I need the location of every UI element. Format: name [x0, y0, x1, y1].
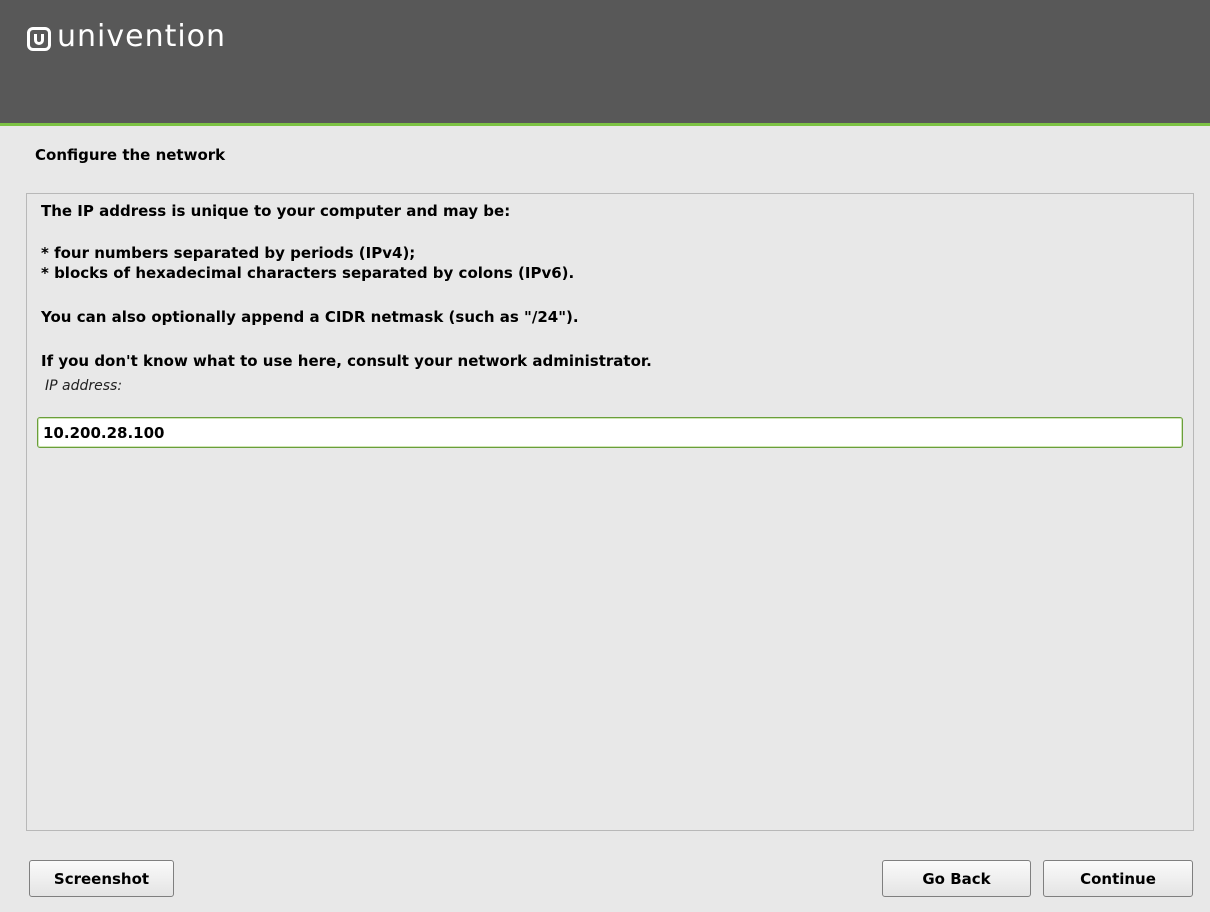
- admin-note: If you don't know what to use here, cons…: [41, 352, 652, 370]
- cidr-note: You can also optionally append a CIDR ne…: [41, 308, 579, 326]
- screenshot-button[interactable]: Screenshot: [29, 860, 174, 897]
- continue-button[interactable]: Continue: [1043, 860, 1193, 897]
- content-panel: [26, 193, 1194, 831]
- page-title: Configure the network: [35, 146, 226, 164]
- bullet-ipv4: * four numbers separated by periods (IPv…: [41, 244, 416, 262]
- bullet-ipv6: * blocks of hexadecimal characters separ…: [41, 264, 575, 282]
- go-back-button[interactable]: Go Back: [882, 860, 1031, 897]
- ip-address-label: IP address:: [45, 378, 123, 394]
- ip-address-input[interactable]: [37, 417, 1183, 448]
- univention-logo-icon: [27, 27, 51, 51]
- brand-name: univention: [57, 19, 227, 54]
- intro-text: The IP address is unique to your compute…: [41, 202, 511, 220]
- installer-header: univention: [0, 0, 1210, 126]
- brand-logo: univention: [27, 22, 226, 52]
